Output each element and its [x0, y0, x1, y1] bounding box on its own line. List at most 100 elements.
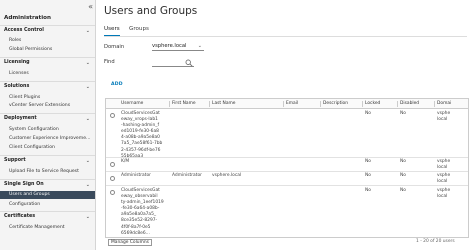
- chevron-down-icon: ⌄: [85, 116, 90, 122]
- chevron-down-icon: ⌄: [85, 214, 90, 220]
- domain-select[interactable]: vsphere.local ⌄: [152, 43, 204, 51]
- divider: [0, 113, 95, 114]
- cell-locked: No: [365, 173, 371, 178]
- table-row[interactable]: K/M No No vsphe local: [106, 158, 468, 172]
- table-row[interactable]: Administrator Administrator vsphere.loca…: [106, 172, 468, 186]
- column-separator[interactable]: [362, 101, 363, 107]
- sidebar-section-access-control[interactable]: Access Control ⌄: [4, 27, 92, 35]
- cell-domain: vsphe local: [437, 188, 451, 200]
- cell-disabled: No: [400, 111, 406, 116]
- divider: [0, 211, 95, 212]
- sidebar-item-client-plugins[interactable]: Client Plugins: [9, 94, 95, 102]
- sidebar-item-system-configuration[interactable]: System Configuration: [9, 126, 95, 134]
- column-header-first-name[interactable]: First Name: [172, 101, 196, 106]
- chevron-down-icon: ⌄: [85, 84, 90, 90]
- sidebar-item-client-configuration[interactable]: Client Configuration: [9, 144, 95, 152]
- column-separator[interactable]: [434, 101, 435, 107]
- cell-locked: No: [365, 188, 371, 193]
- tab-divider: [104, 36, 467, 37]
- sidebar-item-roles[interactable]: Roles: [9, 37, 95, 45]
- sidebar-item-certificate-management[interactable]: Certificate Management: [9, 224, 95, 232]
- cell-first-name: Administrator: [172, 173, 202, 178]
- search-icon[interactable]: [185, 59, 193, 67]
- row-select-radio[interactable]: [110, 190, 115, 195]
- column-separator[interactable]: [320, 101, 321, 107]
- domain-value: vsphere.local: [152, 43, 187, 49]
- sidebar-item-configuration[interactable]: Configuration: [9, 201, 95, 209]
- cell-locked: No: [365, 111, 371, 116]
- cell-disabled: No: [400, 173, 406, 178]
- sidebar-section-deployment[interactable]: Deployment ⌄: [4, 115, 92, 123]
- chevron-down-icon: ⌄: [85, 60, 90, 66]
- sidebar-item-users-and-groups[interactable]: Users and Groups: [0, 191, 95, 199]
- cell-disabled: No: [400, 159, 406, 164]
- cell-domain: vsphe local: [437, 173, 451, 185]
- column-header-username[interactable]: Username: [121, 101, 143, 106]
- row-select-radio[interactable]: [110, 113, 115, 118]
- cell-username: Administrator: [121, 173, 151, 178]
- column-header-domain[interactable]: Domai: [437, 101, 451, 106]
- column-header-email[interactable]: Email: [286, 101, 298, 106]
- divider: [0, 81, 95, 82]
- cell-username: CloudServicesGat eway_vrops-lab1 -hashin…: [121, 111, 163, 159]
- find-label: Find: [104, 59, 115, 65]
- sidebar: « Administration Access Control ⌄ Roles G…: [0, 0, 96, 250]
- divider: [0, 57, 95, 58]
- row-select-radio[interactable]: [110, 162, 115, 167]
- add-user-button[interactable]: ADD: [111, 82, 123, 87]
- chevron-down-icon: ⌄: [197, 43, 202, 49]
- tab-groups[interactable]: Groups: [129, 26, 149, 36]
- domain-label: Domain: [104, 44, 125, 50]
- grid-header: Username First Name Last Name Email Desc…: [106, 99, 468, 109]
- sidebar-item-customer-experience[interactable]: Customer Experience Improveme...: [9, 135, 95, 143]
- section-label: Solutions: [4, 84, 30, 89]
- divider: [0, 25, 95, 26]
- chevron-down-icon: ⌄: [85, 28, 90, 34]
- sidebar-item-licenses[interactable]: Licenses: [9, 70, 95, 78]
- sidebar-item-upload-file[interactable]: Upload File to Service Request: [9, 168, 95, 176]
- cell-username: CloudServicesGat eway_observabil ty-admi…: [121, 188, 164, 236]
- cell-last-name: vsphere.local: [212, 173, 242, 178]
- pagination-info: 1 - 20 of 20 users: [416, 239, 455, 244]
- cell-disabled: No: [400, 188, 406, 193]
- sidebar-item-vcenter-server-extensions[interactable]: vCenter Server Extensions: [9, 102, 95, 110]
- users-grid: Username First Name Last Name Email Desc…: [105, 98, 469, 238]
- cell-username: K/M: [121, 159, 130, 164]
- main-content: Users and Groups Users Groups Domain vsp…: [97, 0, 474, 250]
- manage-columns-button[interactable]: Manage Columns: [108, 239, 152, 246]
- divider: [0, 155, 95, 156]
- sidebar-title: Administration: [4, 15, 51, 21]
- tab-users[interactable]: Users: [104, 26, 120, 36]
- collapse-sidebar-icon[interactable]: «: [88, 3, 93, 11]
- chevron-down-icon: ⌄: [85, 182, 90, 188]
- column-header-disabled[interactable]: Disabled: [400, 101, 419, 106]
- row-select-radio[interactable]: [110, 176, 115, 181]
- column-header-locked[interactable]: Locked: [365, 101, 380, 106]
- divider: [0, 179, 95, 180]
- section-label: Deployment: [4, 116, 37, 121]
- section-label: Support: [4, 158, 26, 163]
- sidebar-section-support[interactable]: Support ⌄: [4, 157, 92, 165]
- table-row[interactable]: CloudServicesGat eway_vrops-lab1 -hashin…: [106, 109, 468, 159]
- column-header-description[interactable]: Description: [323, 101, 348, 106]
- section-label: Access Control: [4, 28, 44, 33]
- sidebar-section-single-sign-on[interactable]: Single Sign On ⌄: [4, 181, 92, 189]
- column-separator[interactable]: [283, 101, 284, 107]
- section-label: Single Sign On: [4, 182, 44, 187]
- sidebar-section-licensing[interactable]: Licensing ⌄: [4, 59, 92, 67]
- column-separator[interactable]: [397, 101, 398, 107]
- page-title: Users and Groups: [104, 5, 198, 17]
- column-header-last-name[interactable]: Last Name: [212, 101, 236, 106]
- cell-domain: vsphe local: [437, 159, 451, 171]
- section-label: Certificates: [4, 214, 36, 219]
- cell-locked: No: [365, 159, 371, 164]
- sidebar-section-certificates[interactable]: Certificates ⌄: [4, 213, 92, 221]
- sidebar-section-solutions[interactable]: Solutions ⌄: [4, 83, 92, 91]
- chevron-down-icon: ⌄: [85, 158, 90, 164]
- table-row[interactable]: CloudServicesGat eway_observabil ty-admi…: [106, 186, 468, 237]
- sidebar-item-global-permissions[interactable]: Global Permissions: [9, 46, 95, 54]
- section-label: Licensing: [4, 60, 30, 65]
- cell-domain: vsphe local: [437, 111, 451, 123]
- column-separator[interactable]: [209, 101, 210, 107]
- column-separator[interactable]: [169, 101, 170, 107]
